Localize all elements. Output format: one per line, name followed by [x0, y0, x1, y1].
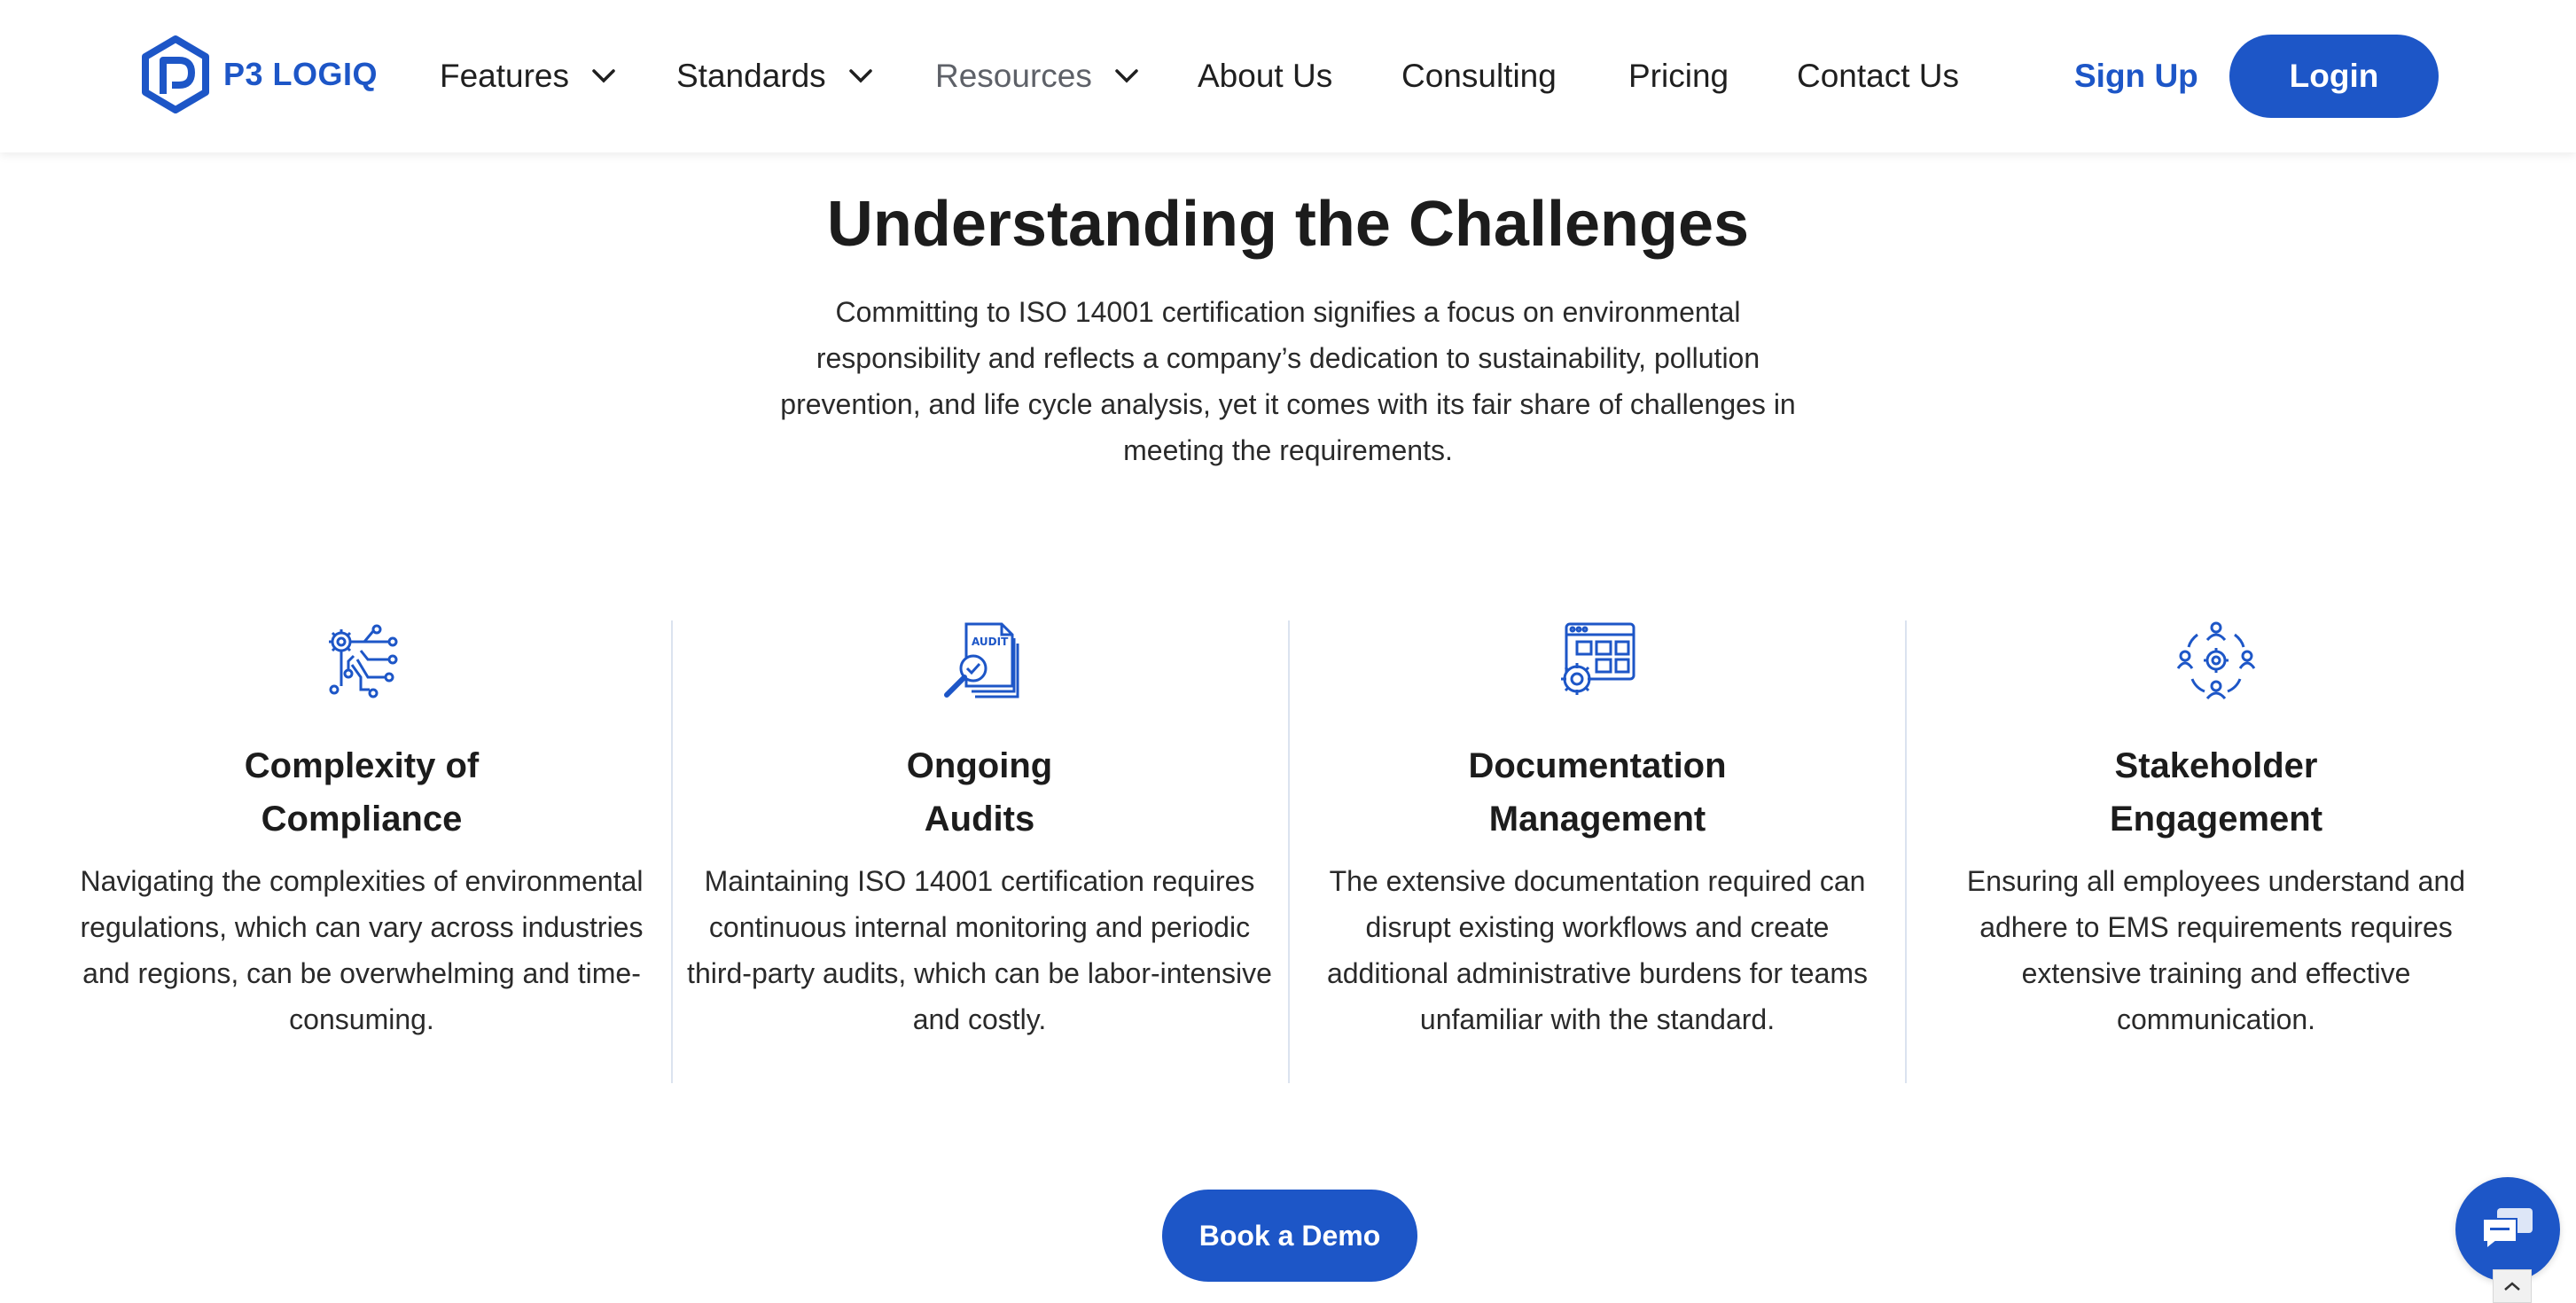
card-description: Maintaining ISO 14001 certification requ…: [687, 865, 1272, 1035]
p3-logo-icon: [142, 35, 209, 113]
nav-consulting[interactable]: Consulting: [1401, 51, 1557, 101]
nav-features[interactable]: Features: [440, 51, 615, 101]
card-title-line1: Stakeholder: [2114, 746, 2318, 785]
card-description: Navigating the complexities of environme…: [80, 865, 644, 1035]
brand-logo[interactable]: P3 LOGIQ: [140, 35, 378, 113]
login-button[interactable]: Login: [2229, 35, 2439, 118]
document-management-icon: [1561, 622, 1635, 695]
chevron-down-icon: [848, 69, 872, 83]
stakeholder-network-icon: [2176, 621, 2256, 700]
chevron-down-icon: [592, 69, 615, 83]
column-divider: [1905, 620, 1907, 1083]
nav-about-us-label: About Us: [1198, 58, 1333, 94]
column-divider: [1288, 620, 1290, 1083]
card-title-line2: Audits: [924, 800, 1035, 839]
challenge-card-audits: AUDIT Ongoing Audits Maintaining ISO 140…: [687, 620, 1272, 1042]
nav-pricing-label: Pricing: [1628, 58, 1729, 94]
card-title: Complexity of Compliance: [69, 739, 654, 846]
site-header: P3 LOGIQ Features Standards Resources Ab…: [0, 0, 2576, 152]
column-divider: [671, 620, 673, 1083]
chat-widget-button[interactable]: [2455, 1177, 2560, 1282]
card-title: Documentation Management: [1305, 739, 1890, 846]
nav-contact-us[interactable]: Contact Us: [1797, 51, 1959, 101]
nav-pricing[interactable]: Pricing: [1628, 51, 1729, 101]
card-description: Ensuring all employees understand and ad…: [1966, 865, 2466, 1035]
book-demo-button[interactable]: Book a Demo: [1162, 1190, 1417, 1282]
card-title-line1: Ongoing: [906, 746, 1053, 785]
audit-icon-label: AUDIT: [972, 636, 1009, 648]
circuit-gear-icon: [329, 624, 398, 698]
nav-features-label: Features: [440, 58, 570, 94]
chevron-up-icon: [2504, 1282, 2520, 1291]
nav-standards[interactable]: Standards: [676, 51, 872, 101]
section-title: Understanding the Challenges: [826, 189, 1750, 260]
card-title-line2: Management: [1488, 800, 1706, 839]
nav-consulting-label: Consulting: [1401, 58, 1557, 94]
nav-standards-label: Standards: [676, 58, 826, 94]
signup-link[interactable]: Sign Up: [2074, 51, 2198, 101]
audit-document-icon: AUDIT: [944, 622, 1019, 698]
chevron-down-icon: [1115, 69, 1138, 83]
card-title-line2: Engagement: [2109, 800, 2323, 839]
challenge-card-documentation: Documentation Management The extensive d…: [1305, 620, 1890, 1042]
card-title-line2: Compliance: [261, 800, 463, 839]
challenge-card-compliance: Complexity of Compliance Navigating the …: [69, 620, 654, 1042]
challenge-card-stakeholders: Stakeholder Engagement Ensuring all empl…: [1924, 620, 2509, 1042]
card-title: Stakeholder Engagement: [1924, 739, 2509, 846]
nav-resources[interactable]: Resources: [935, 51, 1138, 101]
scroll-to-top-button[interactable]: [2493, 1269, 2532, 1303]
nav-about-us[interactable]: About Us: [1198, 51, 1332, 101]
nav-contact-us-label: Contact Us: [1797, 58, 1960, 94]
chat-bubble-icon: [2482, 1208, 2533, 1252]
section-intro: Committing to ISO 14001 certification si…: [780, 296, 1796, 466]
card-title: Ongoing Audits: [687, 739, 1272, 846]
brand-name: P3 LOGIQ: [223, 56, 379, 92]
nav-resources-label: Resources: [935, 58, 1092, 94]
card-description: The extensive documentation required can…: [1326, 865, 1869, 1035]
card-title-line1: Complexity of: [244, 746, 480, 785]
card-title-line1: Documentation: [1468, 746, 1727, 785]
